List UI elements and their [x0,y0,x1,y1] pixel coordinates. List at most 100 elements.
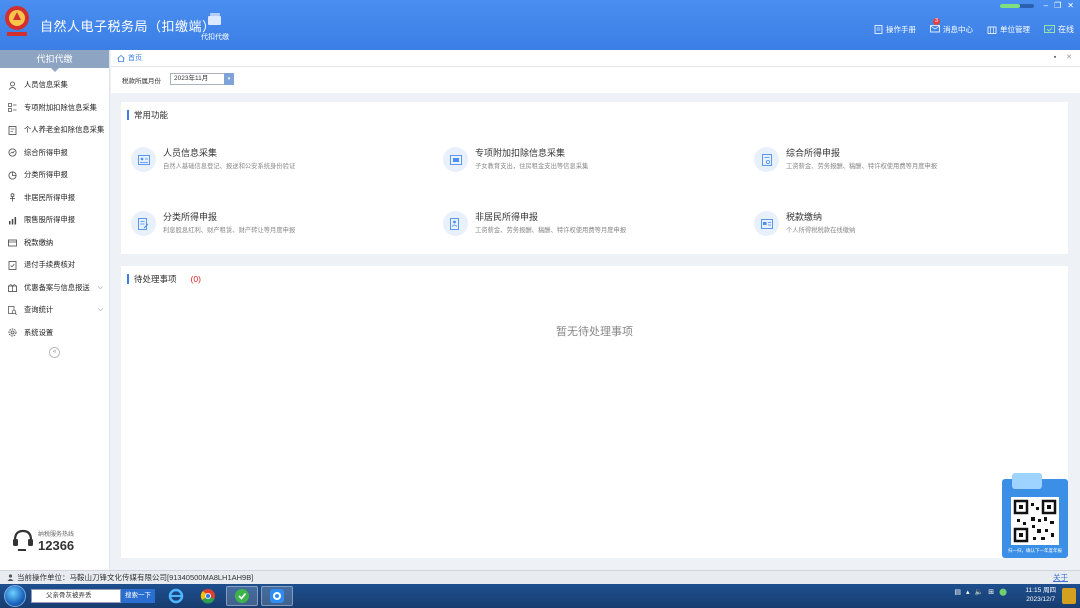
tax-month-select[interactable]: 2023年11月 ▾ [170,73,234,85]
tray-keyboard-icon[interactable]: ▴ [966,588,970,596]
person-icon [10,193,15,202]
user-icon [8,81,17,90]
hotline-label: 纳税服务热线 [38,532,75,538]
app-title: 自然人电子税务局（扣缴端） [40,19,216,34]
taskbar-tax-app[interactable] [261,586,293,606]
filter-bar: 税款所属月份 2023年11月 ▾ [111,67,1080,93]
check-doc-icon [8,260,17,270]
tab-home[interactable]: 首页 [117,53,142,63]
chevron-down-icon[interactable]: ⌵ [98,284,103,292]
topnav-label: 代扣代缴 [201,34,229,41]
start-button[interactable] [4,585,26,607]
sidebar-item-label: 税款缴纳 [24,237,54,247]
report-icon [754,147,779,172]
qr-code-widget[interactable]: 扫一扫，确认下一年度年报 [1002,473,1068,558]
feature-title: 分类所得申报 [163,212,218,222]
feature-title: 非居民所得申报 [475,212,539,222]
sidebar-item-preferential-filing[interactable]: 优惠备案与信息报送 ⌵ [0,277,109,300]
sidebar-item-tax-payment[interactable]: 税款缴纳 [0,232,109,255]
pending-items-panel: 待处理事项 (0) 暂无待处理事项 [121,266,1068,558]
feature-person-info[interactable]: 人员信息采集 自然人基础信息登记、报送和公安系统身份验证 [127,143,427,191]
sidebar-item-system-settings[interactable]: 系统设置 [0,322,109,345]
gear-icon [8,328,17,337]
sidebar-item-restricted-stock[interactable]: 限售股所得申报 [0,209,109,232]
folder-stack-icon [208,13,221,25]
pending-empty-message: 暂无待处理事项 [556,326,633,338]
taskbar-app-green[interactable] [226,586,258,606]
qr-banner [1012,473,1042,489]
taskbar-ie[interactable] [160,586,192,606]
feature-title: 税款缴纳 [786,212,823,222]
sidebar-collapse-button[interactable]: « [49,347,60,358]
home-icon [117,54,125,62]
feature-title: 综合所得申报 [786,148,841,158]
feature-nonresident-income[interactable]: 非居民所得申报 工资薪金、劳务报酬、稿酬、特许权使用费等月度申报 [439,207,739,255]
sidebar-item-pension-deduction[interactable]: 个人养老金扣除信息采集 [0,119,109,142]
sidebar-item-nonresident-income[interactable]: 非居民所得申报 [0,187,109,210]
current-unit-text: 当前操作单位：马鞍山刀锋文化传媒有限公司[91340500MA8LH1AH9B] [17,573,254,582]
feature-title: 专项附加扣除信息采集 [475,148,566,158]
taskbar-search-button[interactable]: 搜索一下 [121,589,155,603]
gift-icon [8,284,17,293]
taskbar-search-value: 父亲骨灰被弄丢 [46,592,92,599]
tray-security-icon[interactable]: ⬤ [999,588,1007,596]
tab-bar: 首页 ▪ ✕ [111,50,1080,67]
show-desktop-button[interactable] [1062,588,1076,604]
taskbar-search-input[interactable]: 父亲骨灰被弄丢 [31,589,121,603]
common-functions-title: 常用功能 [127,110,168,120]
feature-desc: 工资薪金、劳务报酬、稿酬、特许权使用费等月度申报 [475,227,627,234]
tray-network-icon[interactable]: ▤ [954,588,961,596]
manual-icon [874,25,883,34]
feature-desc: 子女教育支出，住房租金支出等信息采集 [475,163,589,170]
sidebar-item-refund-fee-check[interactable]: 退付手续费核对 [0,254,109,277]
feature-tax-payment[interactable]: 税款缴纳 个人所得税税款在线缴纳 [750,207,1050,255]
internet-explorer-icon [168,588,184,604]
tray-volume-icon[interactable]: 🔈 [975,588,984,596]
message-icon [930,25,940,33]
form-icon [443,147,468,172]
manual-button[interactable]: 操作手册 [874,24,916,35]
current-unit-status: 当前操作单位：马鞍山刀锋文化传媒有限公司[91340500MA8LH1AH9B] [7,571,253,584]
sidebar-item-special-deduction[interactable]: 专项附加扣除信息采集 [0,97,109,120]
message-center-button[interactable]: 3 消息中心 [930,18,973,35]
topnav-withholding[interactable]: 代扣代缴 [196,12,234,46]
maximize-icon[interactable]: ❐ [1054,1,1061,10]
feature-title: 人员信息采集 [163,148,218,158]
tray-network-status-icon[interactable]: ⊞ [988,588,994,596]
calendar-dropdown-icon[interactable]: ▾ [224,73,234,85]
sidebar-item-person-info[interactable]: 人员信息采集 [0,74,109,97]
tab-maximize-icon[interactable]: ▪ [1054,54,1056,61]
minimize-icon[interactable]: – [1044,1,1048,10]
sidebar-item-label: 个人养老金扣除信息采集 [24,125,105,135]
tab-close-icon[interactable]: ✕ [1066,54,1072,61]
feature-desc: 利息股息红利、财产租赁、财产转让等月度申报 [163,227,296,234]
headset-icon [13,529,33,551]
hotline-number: 12366 [38,538,75,553]
taskbar-chrome[interactable] [192,586,224,606]
unit-management-label: 单位管理 [1000,25,1030,34]
tab-home-label: 首页 [128,55,142,62]
list-icon [8,103,17,113]
search-doc-icon [8,305,17,315]
pie-icon [8,171,17,180]
sidebar-item-categorized-income[interactable]: 分类所得申报 [0,164,109,187]
pending-items-count: (0) [190,274,201,284]
unit-management-button[interactable]: 单位管理 [987,24,1030,35]
sidebar-item-query-stats[interactable]: 查询统计 ⌵ [0,299,109,322]
windows-taskbar: 父亲骨灰被弄丢 搜索一下 ▤ ▴ 🔈 ⊞ ⬤ 11:15 周四 2023/12/… [0,584,1080,608]
taskbar-clock[interactable]: 11:15 周四 2023/12/7 [1025,586,1056,604]
feature-special-deduction[interactable]: 专项附加扣除信息采集 子女教育支出，住房租金支出等信息采集 [439,143,739,191]
about-link[interactable]: 关于 [1053,571,1068,584]
close-icon[interactable]: ✕ [1067,1,1074,10]
bars-icon [9,216,17,225]
sidebar-item-comprehensive-income[interactable]: 综合所得申报 [0,142,109,165]
status-bar: 当前操作单位：马鞍山刀锋文化传媒有限公司[91340500MA8LH1AH9B]… [0,570,1080,584]
feature-categorized-income[interactable]: 分类所得申报 利息股息红利、财产租赁、财产转让等月度申报 [127,207,427,255]
doc-icon [8,125,17,135]
sidebar-menu: 人员信息采集 专项附加扣除信息采集 个人养老金扣除信息采集 综合所得申报 分类所… [0,74,109,344]
sync-progress [999,3,1034,8]
clock-date: 2023/12/7 [1026,596,1056,603]
chevron-down-icon[interactable]: ⌵ [98,306,103,314]
online-status[interactable]: 在线 [1044,24,1074,35]
feature-comprehensive-income[interactable]: 综合所得申报 工资薪金、劳务报酬、稿酬、特许权使用费等月度申报 [750,143,1050,191]
